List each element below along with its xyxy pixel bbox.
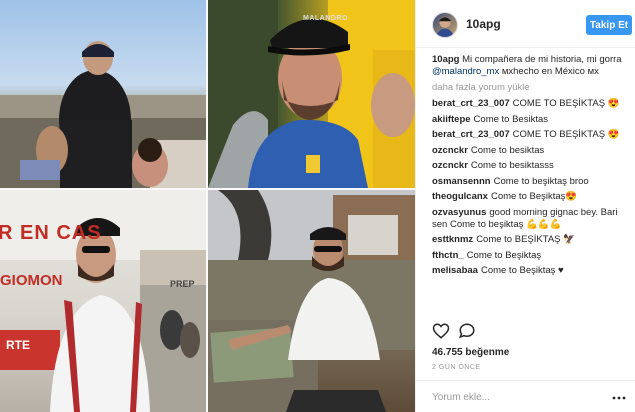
comment-author[interactable]: melisabaa [432,265,478,276]
comment-item: fthctn_ Come to Beşiktaş [432,250,632,262]
post-timestamp: 2 GÜN ÖNCE [432,364,481,371]
comment-item: berat_crt_23_007 COME TO BEŞİKTAŞ 😍 [432,129,632,141]
comment-author[interactable]: akiiftepe [432,114,471,125]
load-more-comments-link[interactable]: daha fazla yorum yükle [432,82,632,94]
photo-cap-closeup: MALANDRO [208,0,415,188]
caption-mention[interactable]: @malandro_mx [432,66,499,77]
follow-button[interactable]: Takip Et [586,15,632,35]
comment-author[interactable]: esttknmz [432,234,473,245]
comment-item: berat_crt_23_007 COME TO BEŞİKTAŞ 😍 [432,98,632,110]
caption-text-before: Mi compañera de mi historia, mi gorra [462,54,622,65]
comment-author[interactable]: berat_crt_23_007 [432,98,510,109]
add-comment-bar [416,380,635,412]
photo-airport: R EN CAS GIOMON RTE PREP [0,190,206,412]
comment-item: ozcnckr Come to besiktasss [432,160,632,172]
photo-fountain [208,190,415,412]
comment-author[interactable]: berat_crt_23_007 [432,129,510,140]
comment-item: osmansennn Come to beşiktaş broo [432,176,632,188]
comment-icon[interactable] [458,322,476,340]
more-options-icon[interactable] [612,391,626,403]
comment-text: COME TO BEŞİKTAŞ 😍 [512,98,620,109]
airport-sign-text-3: RTE [6,338,30,352]
comment-text: Come to Beşiktaş😍 [490,191,578,202]
airport-sign-text-2: GIOMON [0,272,63,289]
comment-text: Come to Beşiktaş [466,249,542,261]
comment-item: akiiftepe Come to Besiktas [432,114,632,126]
post-actions [432,322,492,342]
caption-author[interactable]: 10apg [432,54,459,65]
post-header: 10apg Takip Et [416,0,635,48]
avatar[interactable] [432,12,458,38]
comment-item: ozcnckr Come to besiktas [432,145,632,157]
likes-count[interactable]: 46.755 beğenme [432,347,509,358]
comment-text: Come to besiktasss [470,160,554,171]
comment-text: Come to Beşiktaş ♥ [480,265,564,276]
comment-author[interactable]: theogulcanx [432,191,488,202]
cap-brand-text: MALANDRO [303,15,348,22]
comment-item: esttknmz Come to BEŞİKTAŞ 🦅 [432,234,632,246]
airport-sign-text-4: PREP [170,279,195,289]
comment-text: COME TO BEŞİKTAŞ 😍 [512,129,620,140]
heart-icon[interactable] [432,322,450,340]
photo-hilltop-view [0,0,206,188]
comment-text: Come to Besiktas [473,113,548,125]
comment-author[interactable]: ozcnckr [432,160,468,171]
comment-item: theogulcanx Come to Beşiktaş😍 [432,191,632,203]
comment-item: ozvasyunus good morning gignac bey. Bari … [432,207,632,231]
comment-text: Come to beşiktaş broo [493,175,589,187]
comment-author[interactable]: osmansennn [432,176,491,187]
post-username[interactable]: 10apg [466,17,501,31]
post-caption: 10apg Mi compañera de mi historia, mi go… [432,54,632,78]
airport-sign-text: R EN CAS [0,222,102,244]
comment-text: Come to BEŞİKTAŞ 🦅 [476,234,575,245]
comment-item: melisabaa Come to Beşiktaş ♥ [432,265,632,277]
comment-author[interactable]: fthctn_ [432,250,464,261]
caption-text-after: мхhecho en México мх [501,66,599,77]
add-comment-input[interactable] [432,389,582,405]
comment-text: Come to besiktas [470,144,545,156]
comment-author[interactable]: ozcnckr [432,145,468,156]
comments-list[interactable]: 10apg Mi compañera de mi historia, mi go… [432,54,632,316]
post-sidebar: 10apg Takip Et 10apg Mi compañera de mi … [415,0,635,412]
comment-author[interactable]: ozvasyunus [432,207,486,218]
post-image[interactable]: MALANDRO R EN CAS GIOMON RTE PREP [0,0,415,412]
